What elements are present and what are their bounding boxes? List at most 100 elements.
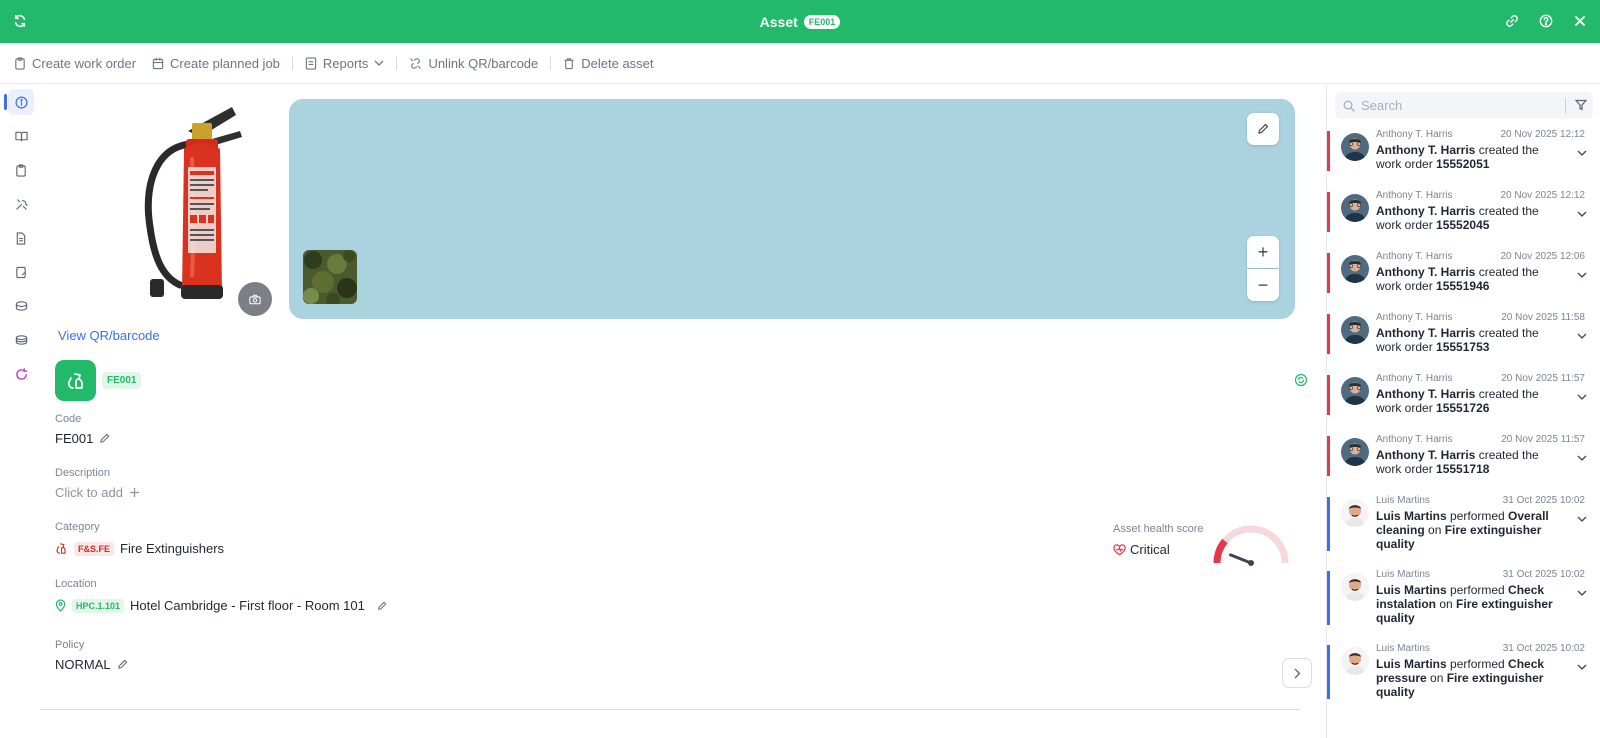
close-icon[interactable]: [1571, 12, 1589, 30]
nav-clipboard-icon[interactable]: [8, 157, 34, 183]
create-planned-job-label: Create planned job: [170, 55, 280, 71]
activity-type-bar: [1327, 314, 1330, 354]
policy-label: Policy: [55, 639, 85, 651]
side-navigation: [0, 85, 40, 738]
unlink-qr-button[interactable]: Unlink QR/barcode: [401, 56, 546, 71]
delete-asset-button[interactable]: Delete asset: [555, 56, 661, 71]
toolbar-divider: [550, 56, 552, 70]
nav-document-icon[interactable]: [8, 225, 34, 251]
activity-target[interactable]: 15552045: [1436, 218, 1489, 232]
asset-main-panel: + − View QR/barcode FE001 Code FE001 Des…: [40, 85, 1325, 738]
activity-user: Luis Martins: [1376, 509, 1447, 523]
location-code-tag: HPC.1.101: [72, 598, 125, 613]
category-extinguisher-icon: [56, 543, 66, 554]
activity-target[interactable]: 15552051: [1436, 157, 1489, 171]
heart-alert-icon: [1113, 543, 1126, 555]
section-divider: [40, 709, 1300, 710]
description-value[interactable]: Click to add: [55, 485, 123, 500]
help-icon[interactable]: [1537, 12, 1555, 30]
toolbar-divider: [291, 56, 293, 70]
nav-book-icon[interactable]: [8, 123, 34, 149]
nav-ai-icon[interactable]: [8, 361, 34, 387]
activity-type-bar: [1327, 645, 1330, 699]
collapse-panel-button[interactable]: [1282, 658, 1312, 688]
activity-on: on: [1436, 597, 1457, 611]
activity-target[interactable]: 15551946: [1436, 279, 1489, 293]
activity-type-bar: [1327, 192, 1330, 232]
create-work-order-button[interactable]: Create work order: [14, 56, 144, 71]
view-qr-link[interactable]: View QR/barcode: [58, 328, 160, 343]
sync-status-icon[interactable]: [1294, 373, 1308, 390]
location-map[interactable]: + −: [289, 99, 1295, 319]
change-photo-button[interactable]: [238, 282, 272, 316]
edit-map-button[interactable]: [1247, 113, 1279, 145]
user-avatar: [1341, 647, 1369, 675]
activity-action: performed: [1446, 657, 1509, 671]
expand-chevron-icon[interactable]: [1577, 388, 1587, 403]
edit-policy-pencil-icon[interactable]: [117, 659, 128, 670]
asset-type-icon: [55, 360, 96, 401]
filter-icon[interactable]: [1574, 99, 1588, 114]
nav-tools-icon[interactable]: [8, 191, 34, 217]
activity-user: Luis Martins: [1376, 657, 1447, 671]
activity-author: Luis Martins: [1376, 495, 1430, 506]
activity-user: Anthony T. Harris: [1376, 326, 1476, 340]
activity-action: performed: [1446, 583, 1509, 597]
activity-type-bar: [1327, 253, 1330, 293]
nav-info-icon[interactable]: [4, 89, 34, 115]
activity-date: 20 Nov 2025 11:58: [1501, 312, 1585, 323]
create-planned-job-button[interactable]: Create planned job: [144, 56, 288, 71]
activity-text: Luis Martins performed Check pressure on…: [1376, 657, 1566, 699]
zoom-in-button[interactable]: +: [1247, 236, 1279, 268]
code-label: Code: [55, 413, 82, 425]
asset-photo-image[interactable]: [102, 97, 272, 307]
action-toolbar: Create work order Create planned job Rep…: [0, 43, 1600, 84]
nav-contract-icon[interactable]: [8, 259, 34, 285]
search-input[interactable]: [1361, 98, 1551, 113]
unlink-icon: [410, 57, 422, 69]
activity-target[interactable]: 15551726: [1436, 401, 1489, 415]
expand-chevron-icon[interactable]: [1577, 144, 1587, 159]
expand-chevron-icon[interactable]: [1577, 510, 1587, 525]
activity-author: Anthony T. Harris: [1376, 434, 1453, 445]
description-field[interactable]: Click to add: [55, 485, 140, 500]
activity-author: Anthony T. Harris: [1376, 251, 1453, 262]
health-score-status: Critical: [1113, 542, 1170, 557]
location-label: Location: [55, 578, 97, 590]
app-header: Asset FE001: [0, 0, 1600, 43]
policy-value: NORMAL: [55, 657, 111, 672]
activity-date: 31 Oct 2025 10:02: [1502, 495, 1585, 506]
link-icon[interactable]: [1503, 12, 1521, 30]
activity-target[interactable]: 15551718: [1436, 462, 1489, 476]
unlink-qr-label: Unlink QR/barcode: [428, 55, 539, 71]
activity-type-bar: [1327, 436, 1330, 476]
expand-chevron-icon[interactable]: [1577, 327, 1587, 342]
expand-chevron-icon[interactable]: [1577, 205, 1587, 220]
activity-action: performed: [1446, 509, 1509, 523]
activity-target[interactable]: 15551753: [1436, 340, 1489, 354]
reports-dropdown[interactable]: Reports: [297, 56, 393, 71]
nav-database-icon[interactable]: [8, 327, 34, 353]
activity-author: Luis Martins: [1376, 569, 1430, 580]
search-icon: [1343, 100, 1355, 112]
expand-chevron-icon[interactable]: [1577, 266, 1587, 281]
expand-chevron-icon[interactable]: [1577, 658, 1587, 673]
asset-code-badge: FE001: [102, 372, 142, 389]
expand-chevron-icon[interactable]: [1577, 449, 1587, 464]
create-work-order-label: Create work order: [32, 55, 137, 71]
calendar-icon: [152, 57, 164, 69]
code-field: FE001: [55, 431, 110, 446]
zoom-out-button[interactable]: −: [1247, 269, 1279, 301]
pencil-icon: [1258, 123, 1269, 134]
edit-code-pencil-icon[interactable]: [99, 433, 110, 444]
satellite-layer-thumbnail[interactable]: [303, 250, 357, 304]
chevron-down-icon: [374, 60, 384, 66]
activity-user: Anthony T. Harris: [1376, 204, 1476, 218]
edit-location-pencil-icon[interactable]: [377, 601, 387, 611]
category-field: F&S.FE Fire Extinguishers: [55, 541, 224, 556]
activity-text: Anthony T. Harris created the work order…: [1376, 265, 1566, 293]
activity-type-bar: [1327, 497, 1330, 551]
nav-coins-icon[interactable]: [8, 293, 34, 319]
expand-chevron-icon[interactable]: [1577, 584, 1587, 599]
clipboard-icon: [15, 56, 25, 70]
